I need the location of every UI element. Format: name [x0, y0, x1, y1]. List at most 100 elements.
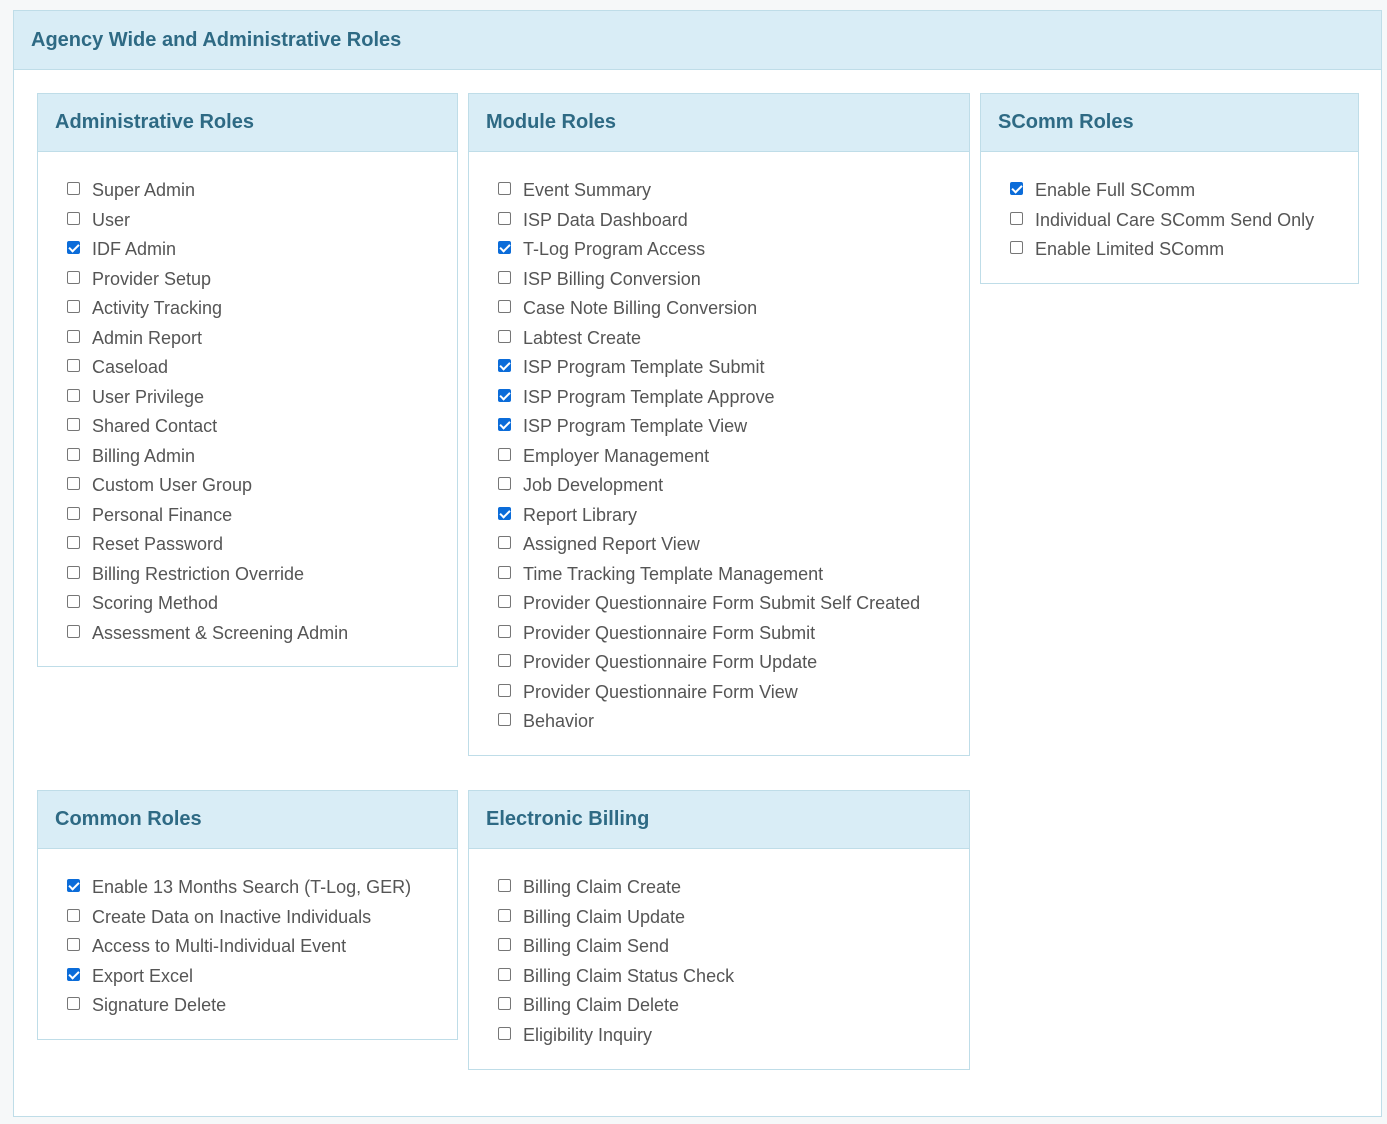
checkbox-unchecked[interactable] [498, 967, 511, 981]
checkbox-unchecked[interactable] [67, 359, 80, 373]
checkbox-unchecked[interactable] [67, 182, 80, 196]
checkbox-unchecked[interactable] [67, 506, 80, 520]
role-option[interactable]: Assigned Report View [498, 530, 969, 560]
role-option[interactable]: Individual Care SComm Send Only [1010, 206, 1358, 236]
role-option[interactable]: Admin Report [67, 324, 457, 354]
checkbox-unchecked[interactable] [498, 477, 511, 491]
checkbox-unchecked[interactable] [498, 879, 511, 893]
checkbox-unchecked[interactable] [67, 908, 80, 922]
checkbox-unchecked[interactable] [498, 300, 511, 314]
checkbox-unchecked[interactable] [1010, 211, 1023, 225]
role-option[interactable]: Custom User Group [67, 471, 457, 501]
role-option[interactable]: Provider Questionnaire Form Submit [498, 619, 969, 649]
checkbox-unchecked[interactable] [67, 595, 80, 609]
checkbox-unchecked[interactable] [498, 595, 511, 609]
role-option[interactable]: Billing Admin [67, 442, 457, 472]
checkbox-unchecked[interactable] [67, 388, 80, 402]
checkbox-checked[interactable] [498, 359, 511, 373]
checkbox-unchecked[interactable] [67, 300, 80, 314]
checkbox-checked[interactable] [498, 241, 511, 255]
checkbox-unchecked[interactable] [498, 211, 511, 225]
role-option[interactable]: Billing Restriction Override [67, 560, 457, 590]
checkbox-checked[interactable] [67, 241, 80, 255]
role-option[interactable]: Super Admin [67, 176, 457, 206]
role-option[interactable]: Assessment & Screening Admin [67, 619, 457, 649]
role-option[interactable]: Enable 13 Months Search (T-Log, GER) [67, 873, 457, 903]
role-option[interactable]: Job Development [498, 471, 969, 501]
checkbox-unchecked[interactable] [67, 938, 80, 952]
role-option[interactable]: ISP Program Template View [498, 412, 969, 442]
checkbox-unchecked[interactable] [67, 418, 80, 432]
role-option[interactable]: Enable Full SComm [1010, 176, 1358, 206]
checkbox-unchecked[interactable] [67, 536, 80, 550]
checkbox-unchecked[interactable] [67, 211, 80, 225]
role-option[interactable]: Activity Tracking [67, 294, 457, 324]
checkbox-label: Create Data on Inactive Individuals [92, 906, 372, 927]
role-option[interactable]: Event Summary [498, 176, 969, 206]
role-option[interactable]: Access to Multi-Individual Event [67, 932, 457, 962]
checkbox-unchecked[interactable] [498, 938, 511, 952]
role-option[interactable]: Employer Management [498, 442, 969, 472]
checkbox-unchecked[interactable] [1010, 241, 1023, 255]
role-option[interactable]: Personal Finance [67, 501, 457, 531]
checkbox-unchecked[interactable] [498, 182, 511, 196]
role-option[interactable]: ISP Data Dashboard [498, 206, 969, 236]
role-option[interactable]: Export Excel [67, 962, 457, 992]
checkbox-unchecked[interactable] [67, 447, 80, 461]
checkbox-checked[interactable] [498, 388, 511, 402]
checkbox-unchecked[interactable] [498, 683, 511, 697]
role-option[interactable]: Labtest Create [498, 324, 969, 354]
role-option[interactable]: Eligibility Inquiry [498, 1021, 969, 1051]
checkbox-unchecked[interactable] [498, 713, 511, 727]
checkbox-unchecked[interactable] [498, 1026, 511, 1040]
checkbox-unchecked[interactable] [67, 997, 80, 1011]
checkbox-unchecked[interactable] [498, 270, 511, 284]
role-option[interactable]: Provider Questionnaire Form View [498, 678, 969, 708]
role-option[interactable]: User [67, 206, 457, 236]
role-option[interactable]: ISP Billing Conversion [498, 265, 969, 295]
checkbox-unchecked[interactable] [498, 908, 511, 922]
role-option[interactable]: Provider Questionnaire Form Submit Self … [498, 589, 969, 619]
checkbox-unchecked[interactable] [67, 329, 80, 343]
checkbox-unchecked[interactable] [498, 536, 511, 550]
role-option[interactable]: Time Tracking Template Management [498, 560, 969, 590]
role-option[interactable]: Billing Claim Status Check [498, 962, 969, 992]
checkbox-checked[interactable] [498, 418, 511, 432]
role-option[interactable]: Scoring Method [67, 589, 457, 619]
role-option[interactable]: Create Data on Inactive Individuals [67, 903, 457, 933]
checkbox-checked[interactable] [67, 879, 80, 893]
role-option[interactable]: User Privilege [67, 383, 457, 413]
checkbox-unchecked[interactable] [67, 477, 80, 491]
role-option[interactable]: IDF Admin [67, 235, 457, 265]
role-option[interactable]: Billing Claim Delete [498, 991, 969, 1021]
role-option[interactable]: ISP Program Template Submit [498, 353, 969, 383]
role-option[interactable]: Case Note Billing Conversion [498, 294, 969, 324]
checkbox-unchecked[interactable] [498, 447, 511, 461]
checkbox-unchecked[interactable] [498, 624, 511, 638]
role-option[interactable]: Reset Password [67, 530, 457, 560]
checkbox-checked[interactable] [67, 967, 80, 981]
role-option[interactable]: Report Library [498, 501, 969, 531]
role-option[interactable]: Provider Setup [67, 265, 457, 295]
checkbox-unchecked[interactable] [498, 329, 511, 343]
role-option[interactable]: Provider Questionnaire Form Update [498, 648, 969, 678]
checkbox-unchecked[interactable] [67, 565, 80, 579]
role-option[interactable]: ISP Program Template Approve [498, 383, 969, 413]
checkbox-checked[interactable] [1010, 182, 1023, 196]
role-option[interactable]: T-Log Program Access [498, 235, 969, 265]
role-option[interactable]: Caseload [67, 353, 457, 383]
role-option[interactable]: Signature Delete [67, 991, 457, 1021]
checkbox-label: ISP Program Template Submit [523, 357, 765, 378]
role-option[interactable]: Shared Contact [67, 412, 457, 442]
role-option[interactable]: Billing Claim Create [498, 873, 969, 903]
checkbox-unchecked[interactable] [67, 270, 80, 284]
role-option[interactable]: Behavior [498, 707, 969, 737]
checkbox-unchecked[interactable] [498, 565, 511, 579]
role-option[interactable]: Billing Claim Send [498, 932, 969, 962]
checkbox-unchecked[interactable] [498, 997, 511, 1011]
checkbox-checked[interactable] [498, 506, 511, 520]
checkbox-unchecked[interactable] [498, 654, 511, 668]
checkbox-unchecked[interactable] [67, 624, 80, 638]
role-option[interactable]: Billing Claim Update [498, 903, 969, 933]
role-option[interactable]: Enable Limited SComm [1010, 235, 1358, 265]
